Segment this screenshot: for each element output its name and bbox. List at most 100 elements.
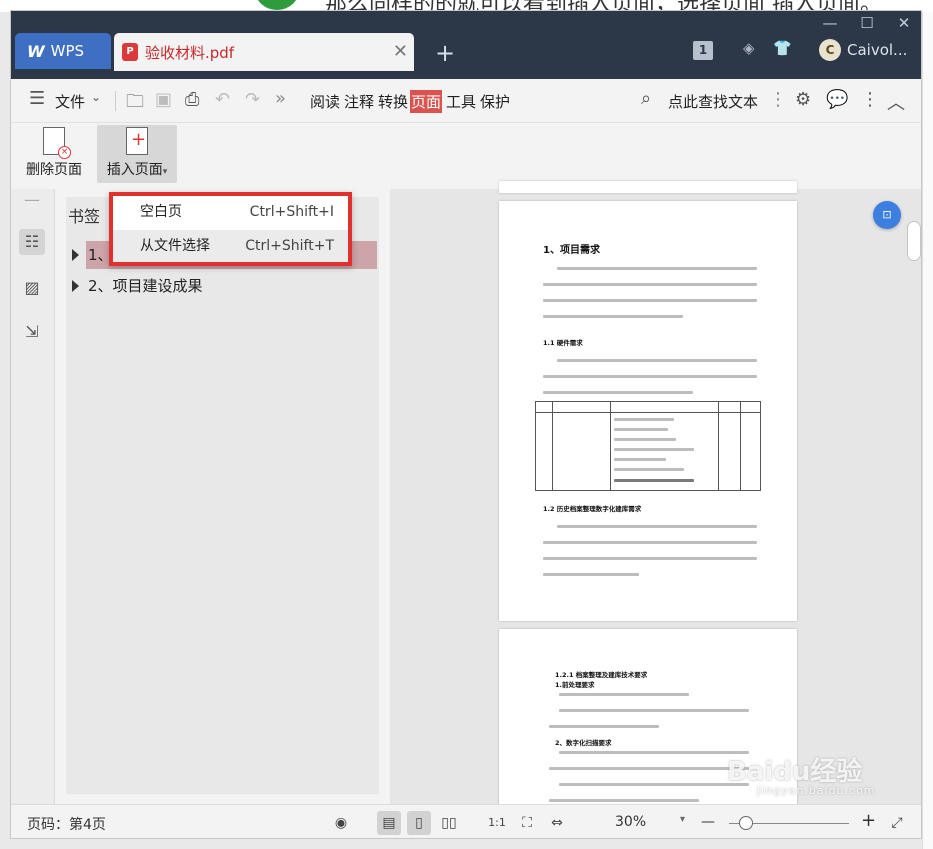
nav-strip: — ☷ ▨ ⇲	[11, 189, 55, 804]
table-rule	[536, 412, 760, 413]
page-current[interactable]: 1、项目需求 1.1 硬件需求 1.2 历史档案整理数字化建库需求	[499, 201, 797, 621]
close-tab-icon[interactable]: ✕	[393, 41, 408, 62]
window-count-badge[interactable]: 1	[693, 41, 713, 60]
document-viewer[interactable]: 1、项目需求 1.1 硬件需求 1.2 历史档案整理数字化建库需求 1.2.1 …	[390, 181, 921, 819]
menu-item-label: 从文件选择	[140, 238, 210, 254]
collapse-ribbon-icon[interactable]: ︿	[887, 89, 905, 115]
tab-tools[interactable]: 工具	[445, 90, 477, 113]
status-bar: 页码：第4页 ◉ ▤ ▯ ▯▯ 1:1 ⛶ ⇔ 30% ▾ — + ⤢	[11, 804, 921, 838]
search-icon[interactable]: ⌕	[641, 88, 651, 109]
hamburger-icon[interactable]: ☰	[29, 88, 45, 109]
two-page-icon[interactable]: ▯▯	[437, 811, 461, 835]
zoom-slider-knob[interactable]	[739, 816, 753, 830]
page-indicator[interactable]: 页码：第4页	[27, 814, 106, 834]
add-tab-button[interactable]: +	[435, 39, 455, 67]
user-name: Caivol...	[847, 41, 908, 59]
annotation-panel-icon[interactable]: ⇲	[19, 319, 45, 345]
delete-page-icon: ×	[43, 127, 71, 159]
vertical-scrollbar[interactable]	[907, 221, 921, 261]
tab-read[interactable]: 阅读	[309, 90, 341, 113]
text-line	[549, 767, 749, 770]
insert-page-dropdown: 空白页 Ctrl+Shift+I 从文件选择 Ctrl+Shift+T	[109, 192, 352, 266]
thumbnail-panel-icon[interactable]: ▨	[19, 275, 45, 301]
insert-page-label: 插入页面	[106, 162, 163, 178]
close-window-button[interactable]: ✕	[891, 13, 917, 33]
title-bar: — ☐ ✕ W WPS P 验收材料.pdf ✕ + 1 ◈ 👕 C Caivo…	[11, 11, 921, 79]
text-line	[557, 267, 757, 270]
zoom-dropdown-icon[interactable]: ▾	[680, 814, 685, 825]
expand-arrow-icon[interactable]	[72, 280, 79, 292]
chevron-down-icon[interactable]: ⌄	[91, 90, 101, 104]
insert-page-button[interactable]: + 插入页面▾	[97, 125, 177, 183]
fit-width-icon[interactable]: ⇔	[545, 811, 569, 835]
tab-convert[interactable]: 转换	[377, 90, 409, 113]
maximize-button[interactable]: ☐	[854, 13, 880, 33]
text-line	[559, 783, 749, 786]
fit-page-icon[interactable]: ⛶	[515, 811, 539, 835]
zoom-level[interactable]: 30%	[615, 814, 646, 830]
user-account[interactable]: C Caivol...	[819, 39, 907, 61]
text-line	[543, 283, 757, 286]
expand-arrow-icon[interactable]	[72, 249, 79, 261]
minimize-button[interactable]: —	[817, 13, 843, 33]
file-menu[interactable]: 文件	[55, 91, 85, 112]
continuous-view-icon[interactable]: ▤	[377, 811, 401, 835]
undo-icon[interactable]: ↶	[215, 89, 230, 110]
text-line	[614, 438, 676, 441]
ribbon: × 删除页面 + 插入页面▾	[11, 123, 921, 189]
tab-annotate[interactable]: 注释	[343, 90, 375, 113]
menu-item-blank-page[interactable]: 空白页 Ctrl+Shift+I	[113, 196, 348, 228]
text-line	[557, 359, 757, 362]
zoom-in-button[interactable]: +	[861, 810, 876, 831]
tab-page[interactable]: 页面	[410, 90, 443, 113]
shirt-icon[interactable]: 👕	[773, 39, 792, 57]
more-vertical-icon-2[interactable]: ⋮	[861, 89, 879, 110]
open-folder-icon[interactable]: 🗀	[126, 89, 144, 119]
text-line	[543, 299, 757, 302]
page-heading: 1、项目需求	[543, 245, 600, 256]
zoom-out-button[interactable]: —	[701, 814, 715, 830]
menu-item-label: 空白页	[140, 204, 182, 220]
save-icon[interactable]: ▣	[155, 89, 172, 110]
comment-icon[interactable]: 💬	[826, 89, 848, 110]
text-line	[543, 315, 683, 318]
text-line	[614, 468, 684, 471]
text-line	[559, 693, 689, 696]
find-text-button[interactable]: 点此查找文本	[668, 91, 758, 112]
fullscreen-icon[interactable]: ⤢	[885, 811, 909, 835]
drag-handle-icon: —	[24, 190, 40, 209]
single-page-icon[interactable]: ▯	[407, 811, 431, 835]
page-subheading: 2、数字化扫描要求	[555, 739, 612, 747]
text-line	[614, 448, 694, 451]
bookmark-panel-icon[interactable]: ☷	[19, 229, 45, 255]
page-previous	[499, 181, 797, 193]
baidu-watermark: Baidu经验 jingyan.baidu.com	[727, 751, 876, 797]
tab-document[interactable]: P 验收材料.pdf ✕	[114, 33, 414, 71]
tab-protect[interactable]: 保护	[479, 90, 511, 113]
text-line	[543, 573, 639, 576]
divider	[115, 91, 116, 111]
text-line	[559, 709, 749, 712]
watermark-domain: jingyan.baidu.com	[757, 784, 876, 797]
more-tools-icon[interactable]: »	[275, 88, 286, 109]
pdf-icon: P	[122, 43, 138, 61]
gear-icon[interactable]: ⚙	[795, 89, 811, 110]
floating-tool-button[interactable]: ⊡	[873, 201, 901, 229]
spec-table	[535, 401, 761, 491]
delete-page-button[interactable]: × 删除页面	[21, 125, 87, 183]
text-line	[559, 751, 749, 754]
menu-item-from-file[interactable]: 从文件选择 Ctrl+Shift+T	[113, 230, 348, 262]
wps-window: — ☐ ✕ W WPS P 验收材料.pdf ✕ + 1 ◈ 👕 C Caivo…	[10, 10, 922, 839]
skin-icon[interactable]: ◈	[743, 39, 755, 57]
eye-icon[interactable]: ◉	[329, 811, 353, 835]
page-subheading: 1.1 硬件需求	[543, 339, 583, 347]
background-page-edge	[922, 12, 933, 849]
text-line	[549, 725, 659, 728]
tab-wps-home[interactable]: W WPS	[15, 33, 111, 69]
text-line	[549, 799, 699, 802]
more-vertical-icon[interactable]: ⋮	[769, 89, 787, 110]
print-icon[interactable]: ⎙	[185, 89, 199, 110]
redo-icon[interactable]: ↷	[245, 89, 260, 110]
actual-size-icon[interactable]: 1:1	[485, 811, 509, 835]
bookmark-item-2[interactable]: 2、项目建设成果	[72, 272, 377, 300]
